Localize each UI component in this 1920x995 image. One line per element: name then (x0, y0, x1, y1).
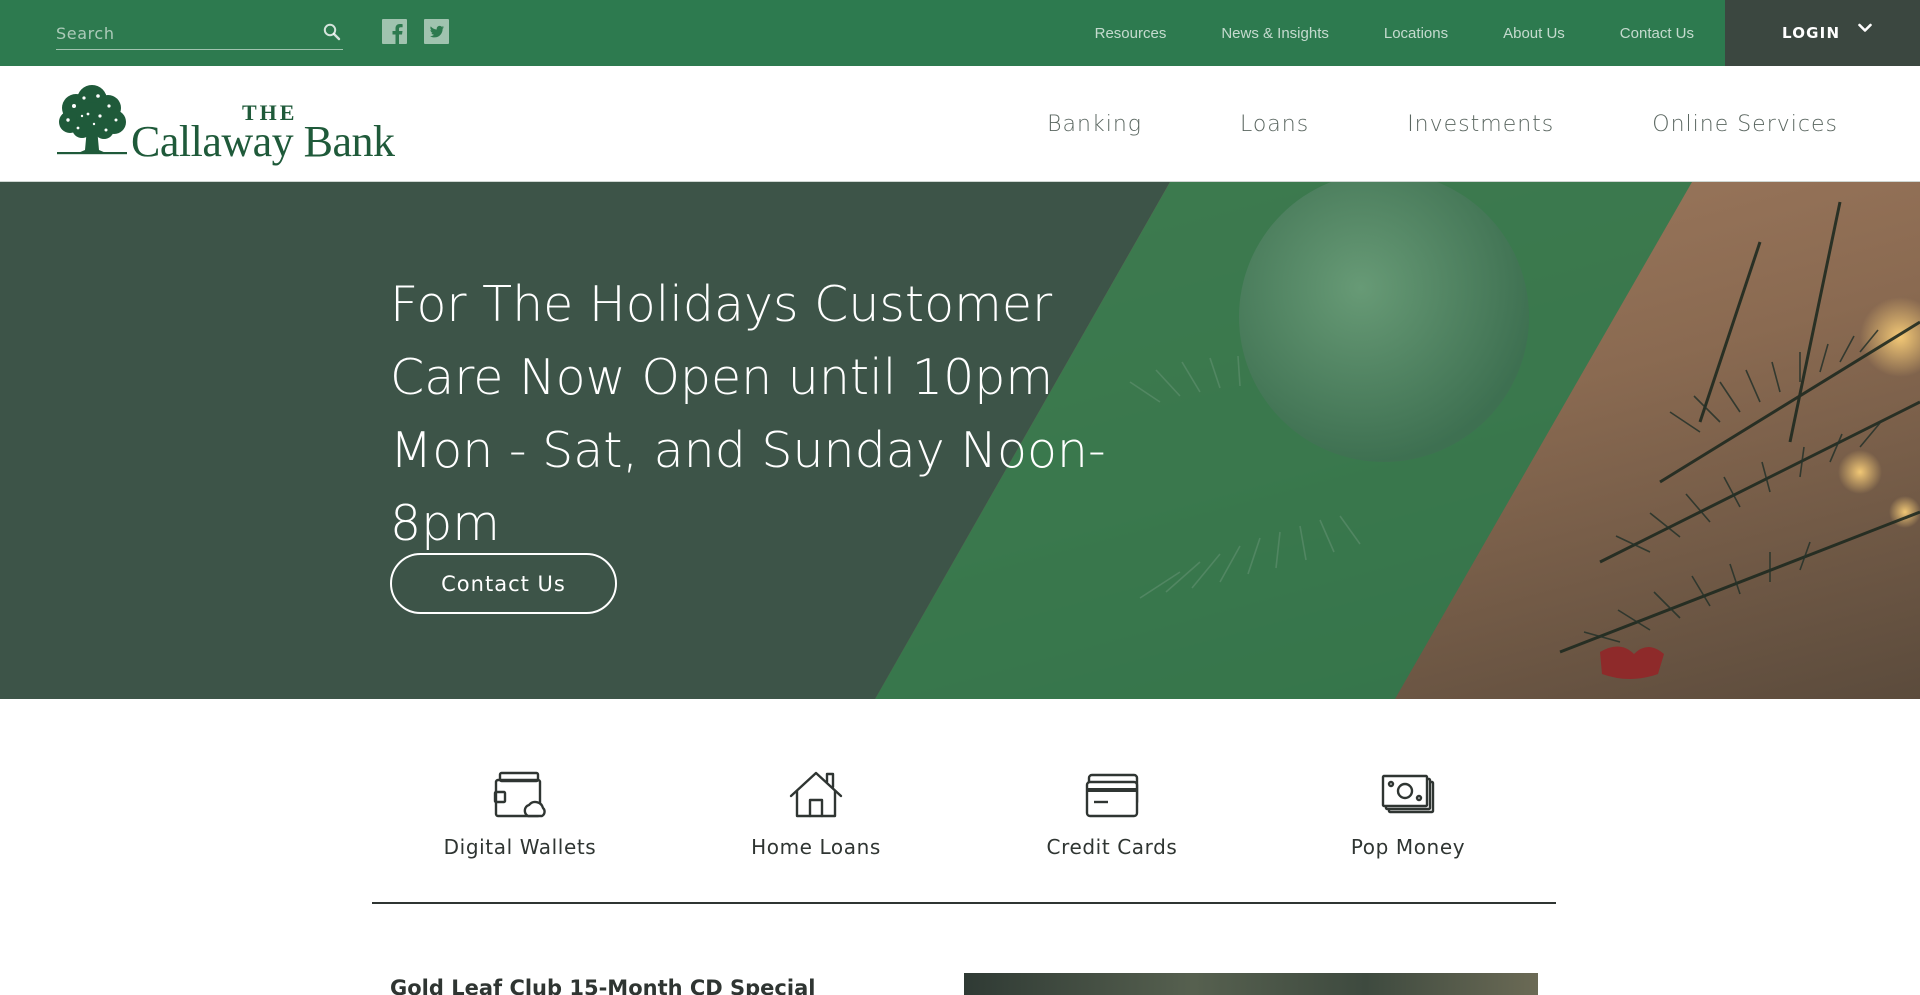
util-link-locations[interactable]: Locations (1384, 25, 1448, 42)
util-link-contact-us[interactable]: Contact Us (1620, 25, 1694, 42)
quick-link-digital-wallets[interactable]: Digital Wallets (410, 770, 630, 880)
logo-name: Callaway Bank (131, 117, 395, 166)
chevron-down-icon (1858, 23, 1872, 32)
quick-link-label: Pop Money (1350, 835, 1466, 859)
nav-investments[interactable]: Investments (1407, 112, 1554, 137)
login-label: LOGIN (1782, 24, 1841, 42)
util-link-resources[interactable]: Resources (1095, 25, 1167, 42)
search-input[interactable] (56, 17, 306, 49)
utility-nav: Resources News & Insights Locations Abou… (1040, 0, 1694, 66)
search-icon[interactable] (323, 23, 341, 41)
promo-title[interactable]: Gold Leaf Club 15-Month CD Special (390, 976, 815, 995)
hero-banner: For The Holidays Customer Care Now Open … (0, 182, 1920, 699)
twitter-icon[interactable] (424, 19, 449, 44)
facebook-icon[interactable] (382, 19, 407, 44)
quick-link-credit-cards[interactable]: Credit Cards (1002, 770, 1222, 880)
quick-link-pop-money[interactable]: Pop Money (1298, 770, 1518, 880)
quick-link-label: Credit Cards (1046, 835, 1178, 859)
oak-tree-icon (57, 85, 127, 155)
utility-bar: Resources News & Insights Locations Abou… (0, 0, 1920, 66)
promo-image[interactable] (964, 973, 1538, 995)
house-icon (789, 771, 843, 818)
quick-link-home-loans[interactable]: Home Loans (706, 770, 926, 880)
contact-us-button[interactable]: Contact Us (390, 553, 617, 614)
digital-wallet-icon (493, 771, 546, 818)
hero-headline: For The Holidays Customer Care Now Open … (390, 276, 1106, 552)
quick-link-label: Home Loans (751, 835, 881, 859)
nav-banking[interactable]: Banking (1047, 112, 1142, 137)
login-button[interactable]: LOGIN (1725, 0, 1920, 66)
bank-logo[interactable]: THE Callaway Bank (54, 84, 424, 166)
quick-links: Digital Wallets Home Loans Credit Cards (372, 740, 1556, 904)
quick-link-label: Digital Wallets (443, 835, 597, 859)
nav-loans[interactable]: Loans (1240, 112, 1309, 137)
search-box (56, 17, 343, 50)
util-link-about-us[interactable]: About Us (1503, 25, 1565, 42)
site-header: THE Callaway Bank Banking Loans Investme… (0, 66, 1920, 182)
credit-card-icon (1085, 773, 1139, 818)
main-nav: Banking Loans Investments Online Service… (949, 66, 1838, 182)
money-icon (1381, 774, 1435, 814)
nav-online-services[interactable]: Online Services (1652, 112, 1838, 137)
util-link-news-insights[interactable]: News & Insights (1221, 25, 1329, 42)
